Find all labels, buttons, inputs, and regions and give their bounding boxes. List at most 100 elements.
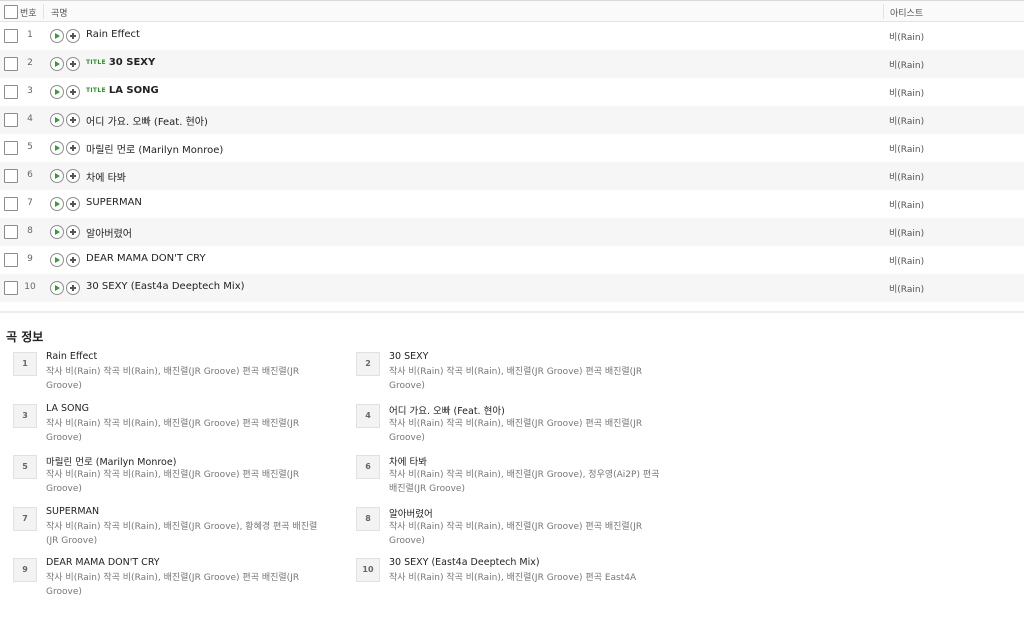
track-title: 알아버렸어 [86, 229, 132, 240]
track-number: 4 [27, 114, 33, 124]
track-row: 5 마릴린 먼로 (Marilyn Monroe) 비(Rain) [0, 134, 1024, 162]
track-title-link[interactable]: DEAR MAMA DON'T CRY [86, 253, 206, 264]
play-icon[interactable] [50, 281, 64, 295]
track-artist-link[interactable]: 비(Rain) [889, 114, 924, 127]
song-info-item: 9 DEAR MAMA DON'T CRY 작사 비(Rain) 작곡 비(Rain… [13, 557, 313, 606]
play-icon[interactable] [50, 113, 64, 127]
play-icon[interactable] [50, 197, 64, 211]
select-all-checkbox[interactable] [4, 5, 18, 19]
add-icon[interactable] [66, 225, 80, 239]
add-icon[interactable] [66, 85, 80, 99]
track-artist-link[interactable]: 비(Rain) [889, 30, 924, 43]
song-info-credits: 작사 비(Rain) 작곡 비(Rain), 배진렬(JR Groove) 편곡… [46, 470, 300, 494]
track-title-link[interactable]: TITLE 30 SEXY [86, 57, 155, 68]
add-icon[interactable] [66, 141, 80, 155]
song-info-credits: 작사 비(Rain) 작곡 비(Rain), 배진렬(JR Groove), 정… [389, 470, 660, 494]
track-title: 30 SEXY [108, 57, 156, 68]
song-info-item: 2 30 SEXY 작사 비(Rain) 작곡 비(Rain), 배진렬(JR Gr… [356, 351, 656, 400]
song-info-credits: 작사 비(Rain) 작곡 비(Rain), 배진렬(JR Groove), 황… [46, 521, 318, 546]
track-artist-link[interactable]: 비(Rain) [889, 58, 924, 71]
song-info-number: 1 [13, 352, 37, 376]
track-checkbox[interactable] [4, 113, 18, 127]
song-info-title: 30 SEXY (East4a Deeptech Mix) [389, 557, 540, 568]
track-artist-link[interactable]: 비(Rain) [889, 282, 924, 295]
track-checkbox[interactable] [4, 281, 18, 295]
track-title-link[interactable]: 알아버렸어 [86, 225, 132, 240]
track-row: 6 차에 타봐 비(Rain) [0, 162, 1024, 190]
track-artist-link[interactable]: 비(Rain) [889, 170, 924, 183]
track-row: 10 30 SEXY (East4a Deeptech Mix) 비(Rain) [0, 274, 1024, 302]
track-checkbox[interactable] [4, 57, 18, 71]
track-number: 10 [24, 282, 36, 292]
song-info-item: 5 마릴린 먼로 (Marilyn Monroe) 작사 비(Rain) 작곡 비(… [13, 455, 313, 503]
track-title-link[interactable]: 어디 가요. 오빠 (Feat. 현아) [86, 113, 208, 128]
play-icon[interactable] [50, 29, 64, 43]
track-artist-link[interactable]: 비(Rain) [889, 142, 924, 155]
song-info-credits: 작사 비(Rain) 작곡 비(Rain), 배진렬(JR Groove) 편곡… [389, 418, 643, 443]
track-row: 1 Rain Effect 비(Rain) [0, 22, 1024, 50]
track-list: 1 Rain Effect 비(Rain) 2 TITLE 30 SEXY 비(Rain) 3… [0, 22, 1024, 302]
song-info-credits: 작사 비(Rain) 작곡 비(Rain), 배진렬(JR Groove) 편곡… [46, 367, 300, 391]
song-info-number: 4 [356, 403, 380, 428]
add-icon[interactable] [66, 29, 80, 43]
track-title-link[interactable]: 마릴린 먼로 (Marilyn Monroe) [86, 141, 223, 156]
track-artist-link[interactable]: 비(Rain) [889, 86, 924, 99]
track-title-link[interactable]: SUPERMAN [86, 197, 142, 208]
track-number: 3 [27, 86, 33, 96]
track-row: 9 DEAR MAMA DON'T CRY 비(Rain) [0, 246, 1024, 274]
add-icon[interactable] [66, 197, 80, 211]
track-checkbox[interactable] [4, 253, 18, 267]
add-icon[interactable] [66, 169, 80, 183]
track-checkbox[interactable] [4, 225, 18, 239]
song-info-title: DEAR MAMA DON'T CRY [46, 557, 160, 568]
song-info-number: 10 [356, 558, 380, 582]
column-divider [43, 4, 44, 19]
add-icon[interactable] [66, 57, 80, 71]
track-number: 8 [27, 226, 33, 236]
track-checkbox[interactable] [4, 141, 18, 155]
play-icon[interactable] [50, 57, 64, 71]
song-info-credits: 작사 비(Rain) 작곡 비(Rain), 배진렬(JR Groove) 편곡… [46, 418, 300, 443]
song-info-title: 차에 타봐 [389, 457, 427, 468]
track-row: 3 TITLE LA SONG 비(Rain) [0, 78, 1024, 106]
track-title: SUPERMAN [86, 197, 142, 208]
song-info-credits: 작사 비(Rain) 작곡 비(Rain), 배진렬(JR Groove) 편곡… [46, 573, 300, 597]
song-info-title: SUPERMAN [46, 505, 100, 517]
play-icon[interactable] [50, 141, 64, 155]
play-icon[interactable] [50, 169, 64, 183]
column-divider [883, 4, 884, 19]
track-checkbox[interactable] [4, 197, 18, 211]
add-icon[interactable] [66, 113, 80, 127]
song-info-item: 10 30 SEXY (East4a Deeptech Mix) 작사 비(Rain… [356, 557, 656, 606]
track-title-link[interactable]: TITLE LA SONG [86, 85, 159, 96]
track-checkbox[interactable] [4, 169, 18, 183]
song-info-item: 4 어디 가요. 오빠 (Feat. 현아) 작사 비(Rain) 작곡 비(Rai… [356, 403, 656, 452]
track-artist-link[interactable]: 비(Rain) [889, 198, 924, 211]
add-icon[interactable] [66, 281, 80, 295]
play-icon[interactable] [50, 225, 64, 239]
song-info-item: 7 SUPERMAN 작사 비(Rain) 작곡 비(Rain), 배진렬(JR G… [13, 505, 317, 555]
track-artist-link[interactable]: 비(Rain) [889, 254, 924, 267]
track-checkbox[interactable] [4, 29, 18, 43]
song-info-credits: 작사 비(Rain) 작곡 비(Rain), 배진렬(JR Groove) 편곡… [389, 573, 637, 583]
track-checkbox[interactable] [4, 85, 18, 99]
song-info-title: 마릴린 먼로 (Marilyn Monroe) [46, 457, 177, 468]
track-title: Rain Effect [86, 29, 140, 40]
song-info-number: 9 [13, 558, 37, 582]
track-number: 7 [27, 198, 33, 208]
track-title-link[interactable]: 차에 타봐 [86, 169, 126, 184]
add-icon[interactable] [66, 253, 80, 267]
track-row: 2 TITLE 30 SEXY 비(Rain) [0, 50, 1024, 78]
play-icon[interactable] [50, 85, 64, 99]
track-row: 7 SUPERMAN 비(Rain) [0, 190, 1024, 218]
song-info-number: 2 [356, 352, 380, 376]
song-info-title: 30 SEXY [389, 351, 429, 362]
song-info-number: 8 [356, 506, 380, 531]
play-icon[interactable] [50, 253, 64, 267]
track-number: 2 [27, 58, 33, 68]
track-artist-link[interactable]: 비(Rain) [889, 226, 924, 239]
title-track-badge: TITLE [86, 59, 106, 66]
track-title-link[interactable]: Rain Effect [86, 29, 140, 40]
song-info-title: LA SONG [46, 402, 90, 414]
track-title-link[interactable]: 30 SEXY (East4a Deeptech Mix) [86, 281, 245, 292]
